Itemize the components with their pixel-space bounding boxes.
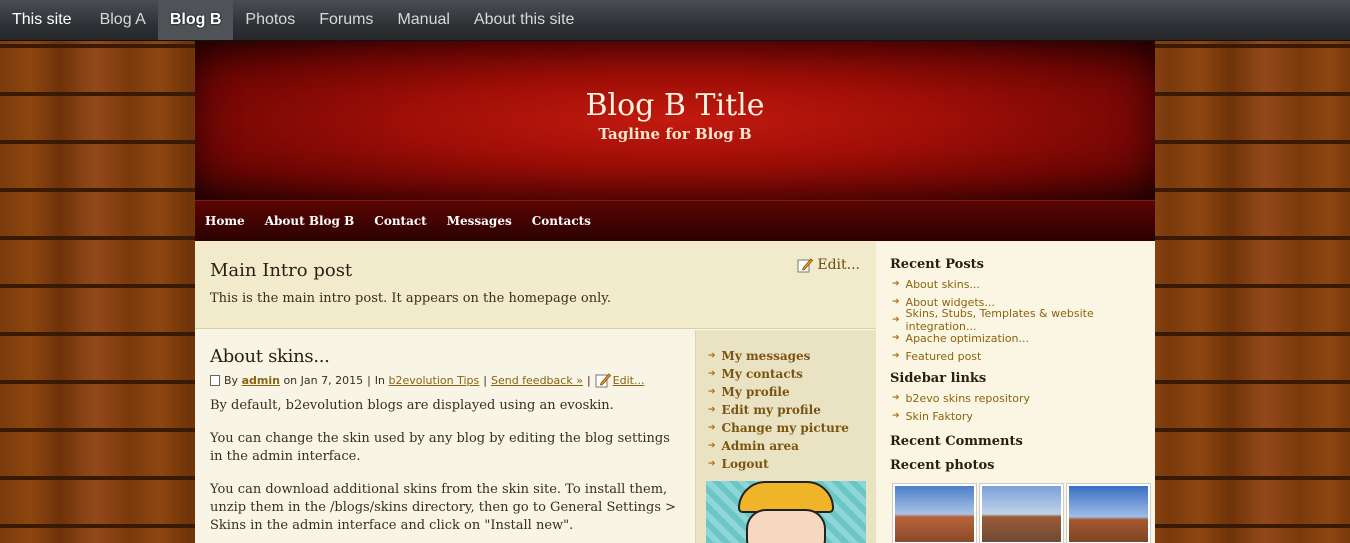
post-title[interactable]: About skins... bbox=[210, 346, 330, 367]
recent-post-label: Skins, Stubs, Templates & website integr… bbox=[905, 307, 1094, 333]
intro-post-title: Main Intro post bbox=[210, 260, 353, 281]
menu-contact[interactable]: Contact bbox=[374, 214, 426, 228]
post-paragraph: By default, b2evolution blogs are displa… bbox=[210, 398, 614, 413]
post-category-link[interactable]: b2evolution Tips bbox=[389, 374, 480, 387]
user-avatar[interactable] bbox=[706, 481, 866, 543]
photo-thumbnail[interactable] bbox=[1066, 483, 1151, 543]
menu-contacts[interactable]: Contacts bbox=[532, 214, 591, 228]
post-document-icon bbox=[210, 374, 220, 386]
arrow-right-icon: ➔ bbox=[708, 441, 716, 451]
photo-thumbnail[interactable] bbox=[979, 483, 1064, 543]
post-paragraph: You can change the skin used by any blog… bbox=[210, 431, 670, 464]
nav-photos[interactable]: Photos bbox=[233, 0, 307, 40]
menu-home[interactable]: Home bbox=[205, 214, 245, 228]
post-by-label: By bbox=[224, 373, 239, 387]
recent-post-label: Featured post bbox=[905, 349, 982, 363]
photo-thumbnail[interactable] bbox=[892, 483, 977, 543]
arrow-right-icon: ➔ bbox=[892, 279, 900, 289]
sidebar-link[interactable]: ➔ b2evo skins repository bbox=[892, 389, 1155, 407]
post-feedback-link[interactable]: Send feedback » bbox=[491, 374, 583, 387]
meta-separator: | bbox=[586, 373, 591, 387]
nav-forums[interactable]: Forums bbox=[307, 0, 385, 40]
post-paragraph: You can download additional skins from t… bbox=[210, 482, 677, 533]
intro-post: Main Intro post Edit... This is the main… bbox=[195, 241, 876, 329]
user-tool-label: My profile bbox=[721, 385, 790, 399]
nav-this-site[interactable]: This site bbox=[0, 0, 88, 40]
content-area: Main Intro post Edit... This is the main… bbox=[195, 241, 1155, 543]
arrow-right-icon: ➔ bbox=[708, 351, 716, 361]
arrow-right-icon: ➔ bbox=[708, 405, 716, 415]
sidebar-link[interactable]: ➔ Skin Faktory bbox=[892, 407, 1155, 425]
menu-about-blog-b[interactable]: About Blog B bbox=[265, 214, 355, 228]
recent-posts-list: ➔ About skins... ➔ About widgets... ➔ Skins… bbox=[892, 275, 1155, 365]
sidebar: Recent Posts ➔ About skins... ➔ About widg… bbox=[876, 241, 1155, 543]
blog-page: Blog B Title Tagline for Blog B Home Abo… bbox=[195, 41, 1155, 543]
user-tool-label: Edit my profile bbox=[721, 403, 821, 417]
recent-photos-heading: Recent photos bbox=[890, 458, 995, 473]
arrow-right-icon: ➔ bbox=[708, 459, 716, 469]
arrow-right-icon: ➔ bbox=[892, 333, 900, 343]
recent-posts-heading: Recent Posts bbox=[890, 257, 984, 272]
arrow-right-icon: ➔ bbox=[892, 315, 900, 325]
user-tool-label: Admin area bbox=[721, 439, 799, 453]
blog-header: Blog B Title Tagline for Blog B bbox=[195, 41, 1155, 200]
user-change-my-picture[interactable]: ➔ Change my picture bbox=[708, 419, 849, 437]
avatar-face bbox=[746, 509, 826, 543]
blog-title[interactable]: Blog B Title bbox=[195, 41, 1155, 123]
user-tools: ➔ My messages ➔ My contacts ➔ My profile ➔ E… bbox=[695, 330, 876, 543]
user-my-contacts[interactable]: ➔ My contacts bbox=[708, 365, 849, 383]
recent-photos-grid bbox=[892, 483, 1155, 543]
menu-messages[interactable]: Messages bbox=[447, 214, 512, 228]
user-tool-label: Change my picture bbox=[721, 421, 849, 435]
recent-post-link[interactable]: ➔ About skins... bbox=[892, 275, 1155, 293]
user-tool-label: My contacts bbox=[721, 367, 803, 381]
user-logout[interactable]: ➔ Logout bbox=[708, 455, 849, 473]
intro-edit-label: Edit... bbox=[817, 257, 860, 273]
arrow-right-icon: ➔ bbox=[708, 423, 716, 433]
main-column: Main Intro post Edit... This is the main… bbox=[195, 241, 876, 543]
post-meta: By admin on Jan 7, 2015 | In b2evolution… bbox=[210, 372, 644, 388]
arrow-right-icon: ➔ bbox=[708, 387, 716, 397]
arrow-right-icon: ➔ bbox=[892, 351, 900, 361]
site-navigation-bar: This site Blog A Blog B Photos Forums Ma… bbox=[0, 0, 1350, 41]
sidebar-links-list: ➔ b2evo skins repository ➔ Skin Faktory bbox=[892, 389, 1155, 425]
arrow-right-icon: ➔ bbox=[708, 369, 716, 379]
recent-post-label: About skins... bbox=[905, 277, 980, 291]
arrow-right-icon: ➔ bbox=[892, 393, 900, 403]
edit-pencil-icon bbox=[797, 258, 814, 273]
post-in-label: In bbox=[374, 373, 386, 387]
intro-post-text: This is the main intro post. It appears … bbox=[210, 291, 612, 306]
blog-tagline: Tagline for Blog B bbox=[598, 125, 752, 143]
post-edit-link[interactable]: Edit... bbox=[613, 374, 645, 387]
recent-post-label: Apache optimization... bbox=[905, 331, 1030, 345]
sidebar-link-label: b2evo skins repository bbox=[905, 391, 1031, 405]
recent-post-link[interactable]: ➔ Featured post bbox=[892, 347, 1155, 365]
arrow-right-icon: ➔ bbox=[892, 297, 900, 307]
meta-separator: | bbox=[483, 373, 487, 387]
intro-edit-link[interactable]: Edit... bbox=[797, 257, 860, 273]
nav-blog-b[interactable]: Blog B bbox=[157, 0, 234, 40]
sidebar-link-label: Skin Faktory bbox=[905, 409, 973, 423]
recent-comments-heading: Recent Comments bbox=[890, 434, 1023, 449]
user-tool-label: My messages bbox=[721, 349, 811, 363]
arrow-right-icon: ➔ bbox=[892, 411, 900, 421]
user-admin-area[interactable]: ➔ Admin area bbox=[708, 437, 849, 455]
nav-blog-a[interactable]: Blog A bbox=[88, 0, 158, 40]
user-edit-my-profile[interactable]: ➔ Edit my profile bbox=[708, 401, 849, 419]
edit-pencil-icon bbox=[595, 373, 611, 388]
post-about-skins: About skins... By admin on Jan 7, 2015 |… bbox=[195, 330, 695, 543]
post-author-link[interactable]: admin bbox=[242, 374, 280, 387]
nav-manual[interactable]: Manual bbox=[385, 0, 461, 40]
user-my-messages[interactable]: ➔ My messages bbox=[708, 347, 849, 365]
post-body: By default, b2evolution blogs are displa… bbox=[210, 397, 680, 543]
post-date: on Jan 7, 2015 bbox=[283, 373, 364, 387]
user-my-profile[interactable]: ➔ My profile bbox=[708, 383, 849, 401]
sidebar-links-heading: Sidebar links bbox=[890, 371, 987, 386]
meta-separator: | bbox=[367, 373, 371, 387]
blog-menu: Home About Blog B Contact Messages Conta… bbox=[195, 200, 1155, 241]
recent-post-link[interactable]: ➔ Skins, Stubs, Templates & website integ… bbox=[892, 307, 1155, 333]
nav-about-this-site[interactable]: About this site bbox=[462, 0, 587, 40]
user-tool-label: Logout bbox=[721, 457, 769, 471]
